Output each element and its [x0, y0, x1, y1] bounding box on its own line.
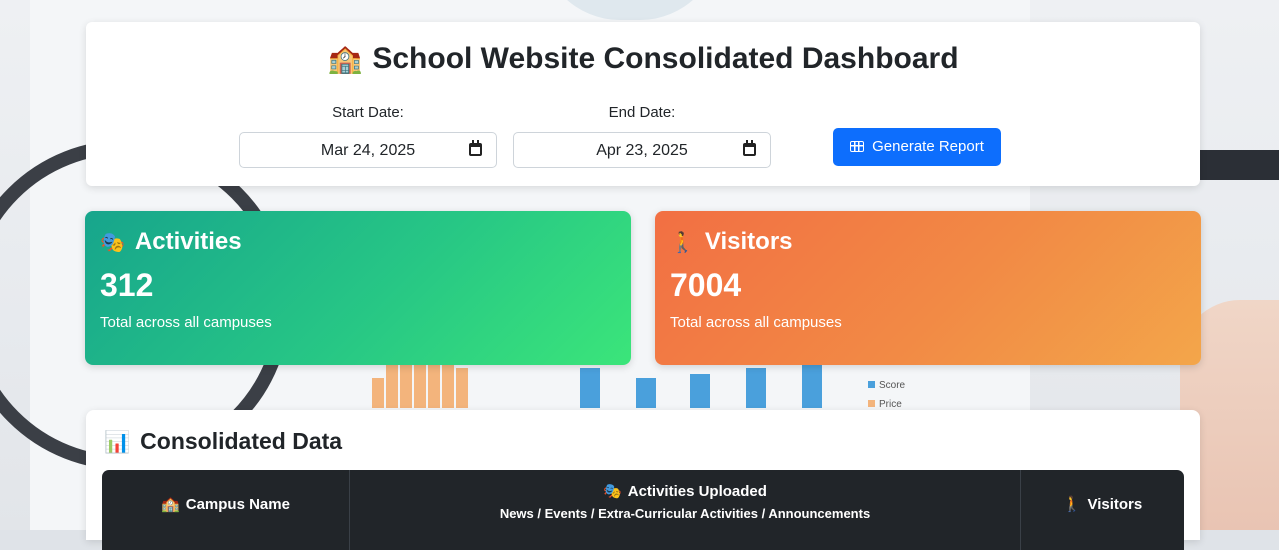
start-date-value: Mar 24, 2025	[320, 142, 416, 159]
visitors-count: 7004	[670, 267, 742, 303]
consolidated-data-card: 📊 Consolidated Data 🏫 Campus Name 🎭 Activit…	[86, 410, 1200, 550]
background-legend: Score Price	[868, 376, 905, 414]
calendar-icon[interactable]	[743, 140, 756, 156]
person-walking-icon: 🚶	[670, 232, 695, 254]
visitors-stat-title: 🚶 Visitors	[670, 228, 793, 256]
activities-count: 312	[100, 267, 154, 303]
school-icon: 🏫	[327, 43, 363, 74]
performing-arts-icon: 🎭	[100, 232, 125, 254]
visitors-column-label: Visitors	[1087, 496, 1143, 513]
consolidated-table-header: 🏫 Campus Name 🎭 Activities Uploaded News /…	[102, 470, 1184, 550]
background-pen	[1196, 150, 1279, 180]
column-header-visitors[interactable]: 🚶 Visitors	[1021, 470, 1184, 550]
end-date-value: Apr 23, 2025	[596, 142, 688, 159]
consolidated-title: 📊 Consolidated Data	[104, 428, 342, 455]
page-title: 🏫 School Website Consolidated Dashboard	[86, 42, 1200, 76]
end-date-group: End Date: Apr 23, 2025	[513, 104, 771, 168]
start-date-group: Start Date: Mar 24, 2025	[239, 104, 497, 168]
campus-column-label: Campus Name	[185, 496, 290, 513]
performing-arts-icon: 🎭	[603, 483, 622, 500]
start-date-label: Start Date:	[332, 104, 404, 121]
end-date-label: End Date:	[608, 104, 676, 121]
visitors-title-text: Visitors	[704, 228, 793, 255]
visitors-subtitle: Total across all campuses	[670, 314, 842, 331]
end-date-input[interactable]: Apr 23, 2025	[513, 132, 771, 168]
activities-column-label: Activities Uploaded	[627, 483, 767, 500]
column-header-activities[interactable]: 🎭 Activities Uploaded News / Events / Ext…	[350, 470, 1021, 550]
report-header-card: 🏫 School Website Consolidated Dashboard S…	[86, 22, 1200, 186]
column-header-campus[interactable]: 🏫 Campus Name	[102, 470, 350, 550]
start-date-input[interactable]: Mar 24, 2025	[239, 132, 497, 168]
calendar-icon[interactable]	[469, 140, 482, 156]
activities-title-text: Activities	[134, 228, 242, 255]
generate-report-button[interactable]: Generate Report	[833, 128, 1001, 166]
activities-stat-card: 🎭 Activities 312 Total across all campuse…	[85, 211, 631, 365]
table-icon	[850, 141, 865, 152]
page-title-text: School Website Consolidated Dashboard	[372, 42, 959, 75]
bar-chart-icon: 📊	[104, 431, 131, 454]
consolidated-title-text: Consolidated Data	[140, 428, 343, 454]
activities-column-sublabel: News / Events / Extra-Curricular Activit…	[499, 506, 871, 521]
visitors-stat-card: 🚶 Visitors 7004 Total across all campuses	[655, 211, 1201, 365]
school-icon: 🏫	[161, 496, 180, 513]
activities-subtitle: Total across all campuses	[100, 314, 272, 331]
generate-report-label: Generate Report	[872, 138, 984, 155]
activities-stat-title: 🎭 Activities	[100, 228, 242, 256]
person-walking-icon: 🚶	[1062, 496, 1082, 513]
